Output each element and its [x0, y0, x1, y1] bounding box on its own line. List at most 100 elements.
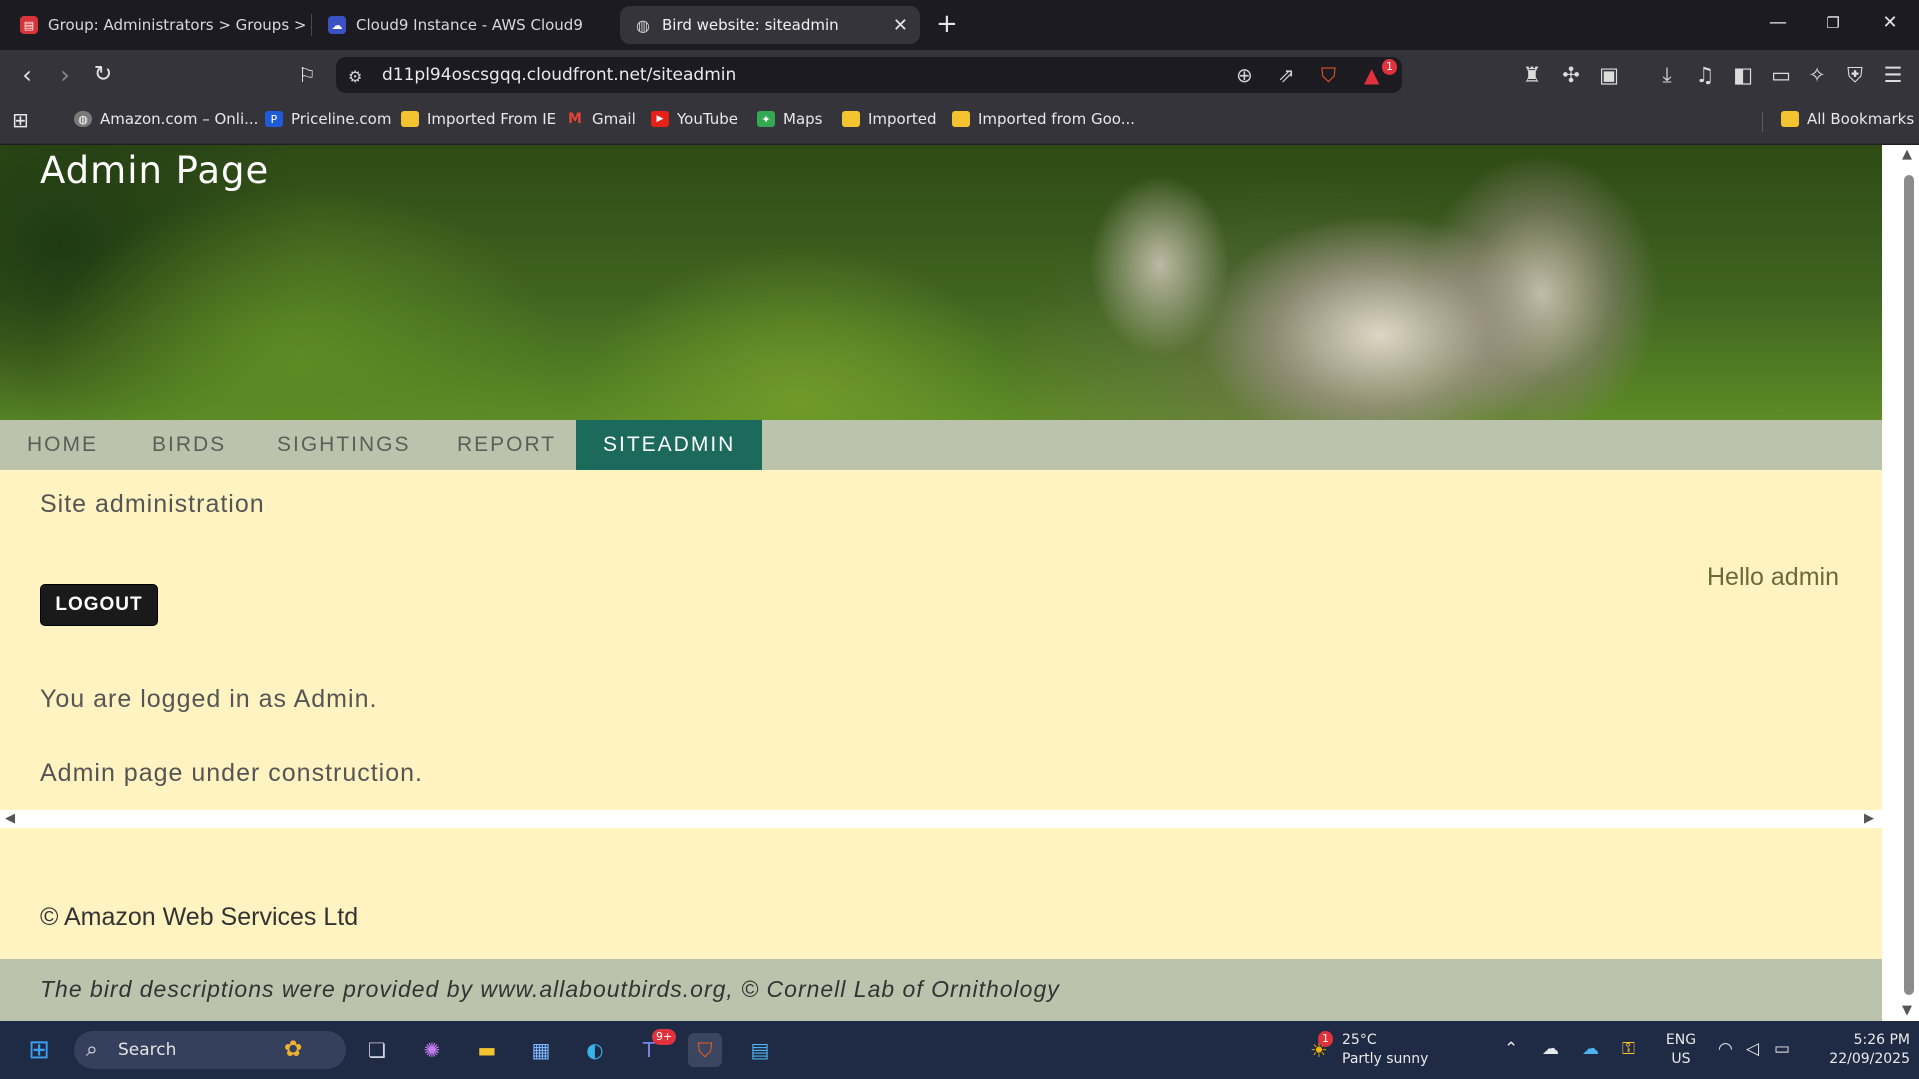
logout-button[interactable]: LOGOUT — [40, 584, 158, 626]
folder-icon — [1781, 111, 1799, 127]
tab-cloud9[interactable]: ☁ Cloud9 Instance - AWS Cloud9 — [314, 6, 614, 44]
rewards-badge: 1 — [1382, 59, 1397, 75]
menu-birds[interactable]: BIRDS — [125, 420, 253, 470]
language-bottom[interactable]: US — [1660, 1050, 1702, 1068]
clock-date[interactable]: 22/09/2025 — [1810, 1050, 1910, 1068]
zoom-icon[interactable]: ⊕ — [1236, 63, 1253, 87]
windows-taskbar: ⊞ ⌕ Search ✿ ❏ ✺ ▬ ▦ ◐ T 9+ ⛉ ▤ ☀ 1 25°C… — [0, 1021, 1919, 1079]
clock-time[interactable]: 5:26 PM — [1810, 1031, 1910, 1049]
notepad-icon[interactable]: ▤ — [743, 1033, 777, 1067]
leo-ai-icon[interactable]: ✧ — [1802, 62, 1832, 88]
forward-icon[interactable]: › — [50, 61, 80, 89]
microsoft-store-icon[interactable]: ▦ — [524, 1033, 558, 1067]
menu-icon[interactable]: ☰ — [1878, 62, 1908, 88]
bookmark-imported-from-google[interactable]: Imported from Goo... — [952, 110, 1135, 128]
minimize-icon[interactable]: — — [1758, 8, 1798, 38]
tab-title: Bird website: siteadmin — [662, 16, 839, 34]
bookmark-youtube[interactable]: ▶ YouTube — [651, 110, 738, 128]
page-viewport: Admin Page HOME BIRDS SIGHTINGS REPORT S… — [0, 145, 1919, 1021]
scroll-down-icon[interactable]: ▼ — [1902, 1003, 1912, 1018]
new-tab-button[interactable]: + — [936, 9, 958, 39]
apps-grid-icon[interactable]: ⊞ — [12, 108, 29, 132]
security-icon[interactable]: ⚿ — [1622, 1039, 1635, 1059]
menu-sightings[interactable]: SIGHTINGS — [250, 420, 438, 470]
menu-siteadmin[interactable]: SITEADMIN — [576, 420, 763, 470]
youtube-icon: ▶ — [651, 111, 669, 127]
share-icon[interactable]: ⇗ — [1278, 63, 1295, 87]
volume-icon[interactable]: ◁ — [1746, 1039, 1759, 1059]
close-window-icon[interactable]: ✕ — [1870, 8, 1910, 38]
bookmark-label: Gmail — [592, 110, 636, 128]
scroll-left-icon[interactable]: ◀ — [5, 811, 15, 826]
all-bookmarks[interactable]: All Bookmarks — [1781, 110, 1914, 128]
aws-iam-icon: ▤ — [20, 16, 38, 34]
task-view-icon[interactable]: ❏ — [360, 1033, 394, 1067]
footer-credit: The bird descriptions were provided by w… — [40, 976, 1060, 1002]
edge-icon[interactable]: ◐ — [578, 1033, 612, 1067]
language-top[interactable]: ENG — [1660, 1031, 1702, 1049]
scroll-right-icon[interactable]: ▶ — [1864, 811, 1874, 826]
bookmark-gmail[interactable]: M Gmail — [566, 110, 636, 128]
globe-icon: ◍ — [636, 15, 650, 35]
cloud9-icon: ☁ — [328, 16, 346, 34]
brave-rewards-icon[interactable]: ▲ — [1364, 63, 1379, 87]
search-label: Search — [118, 1040, 177, 1060]
battery-icon[interactable]: ▭ — [1774, 1039, 1790, 1059]
maps-icon: ✦ — [757, 111, 775, 127]
scrollbar-thumb[interactable] — [1904, 175, 1914, 995]
globe-icon: ◍ — [74, 111, 92, 127]
horizontal-scrollbar[interactable]: ◀ ▶ — [0, 810, 1882, 828]
tab-iam-group[interactable]: ▤ Group: Administrators > Groups > bi — [6, 6, 306, 44]
show-hidden-icons-icon[interactable]: ⌃ — [1504, 1039, 1518, 1059]
bookmark-imported-from-ie[interactable]: Imported From IE — [401, 110, 556, 128]
weather-temp[interactable]: 25°C — [1342, 1031, 1377, 1049]
tab-separator — [311, 14, 312, 36]
bookmark-icon[interactable]: ⚐ — [292, 61, 322, 89]
menu-home[interactable]: HOME — [0, 420, 125, 470]
file-explorer-icon[interactable]: ▬ — [470, 1033, 504, 1067]
extensions-icon[interactable]: ✣ — [1556, 62, 1586, 88]
downloads-icon[interactable]: ⤓ — [1652, 62, 1682, 88]
folder-icon — [952, 111, 970, 127]
copilot-icon[interactable]: ✺ — [415, 1033, 449, 1067]
tab-strip: ▤ Group: Administrators > Groups > bi ☁ … — [0, 0, 1919, 50]
vpn-icon[interactable]: ⛨ — [1840, 62, 1870, 88]
scroll-up-icon[interactable]: ▲ — [1902, 147, 1912, 162]
bookmark-label: All Bookmarks — [1807, 110, 1915, 128]
bookmark-label: Imported from Goo... — [978, 110, 1135, 128]
wallet-icon[interactable]: ▭ — [1766, 62, 1796, 88]
tab-bird-website[interactable]: ◍ Bird website: siteadmin ✕ — [620, 6, 920, 44]
folder-icon — [401, 111, 419, 127]
address-bar[interactable]: ⚙ d11pl94oscsgqq.cloudfront.net/siteadmi… — [336, 57, 1402, 93]
bookmark-imported[interactable]: Imported — [842, 110, 937, 128]
bookmark-priceline[interactable]: P Priceline.com — [265, 110, 391, 128]
media-icon[interactable]: ♫ — [1690, 62, 1720, 88]
bookmark-amazon[interactable]: ◍ Amazon.com – Onli... — [74, 110, 258, 128]
vertical-scrollbar[interactable]: ▲ ▼ — [1882, 145, 1919, 1021]
taskbar-search[interactable]: ⌕ Search ✿ — [74, 1031, 346, 1069]
sidebar-icon[interactable]: ◧ — [1728, 62, 1758, 88]
brave-taskbar-icon[interactable]: ⛉ — [688, 1033, 722, 1067]
construction-text: Admin page under construction. — [40, 759, 423, 787]
bookmark-label: Priceline.com — [291, 110, 392, 128]
brave-shields-icon[interactable]: ⛉ — [1321, 63, 1336, 87]
onedrive-icon[interactable]: ☁ — [1582, 1039, 1599, 1059]
reload-icon[interactable]: ↻ — [88, 61, 118, 89]
reader-mode-icon[interactable]: ▣ — [1594, 62, 1624, 88]
bookmark-maps[interactable]: ✦ Maps — [757, 110, 822, 128]
folder-icon — [842, 111, 860, 127]
windows-start-icon[interactable]: ⊞ — [22, 1033, 56, 1067]
weather-desc[interactable]: Partly sunny — [1342, 1050, 1428, 1068]
bookmarks-divider — [1762, 112, 1763, 132]
close-tab-icon[interactable]: ✕ — [893, 15, 908, 36]
restore-icon[interactable]: ❐ — [1813, 8, 1853, 38]
wifi-icon[interactable]: ◠ — [1718, 1039, 1733, 1059]
menu-report[interactable]: REPORT — [430, 420, 583, 470]
bookmark-label: YouTube — [677, 110, 738, 128]
gmail-icon: M — [568, 111, 582, 127]
onedrive-warning-icon[interactable]: ☁ — [1542, 1039, 1559, 1059]
navigation-toolbar: ‹ › ↻ ⚐ ⚙ d11pl94oscsgqq.cloudfront.net/… — [0, 50, 1919, 100]
back-icon[interactable]: ‹ — [12, 61, 42, 89]
extension-profile-icon[interactable]: ♜ — [1517, 62, 1547, 88]
site-settings-icon[interactable]: ⚙ — [348, 65, 362, 89]
